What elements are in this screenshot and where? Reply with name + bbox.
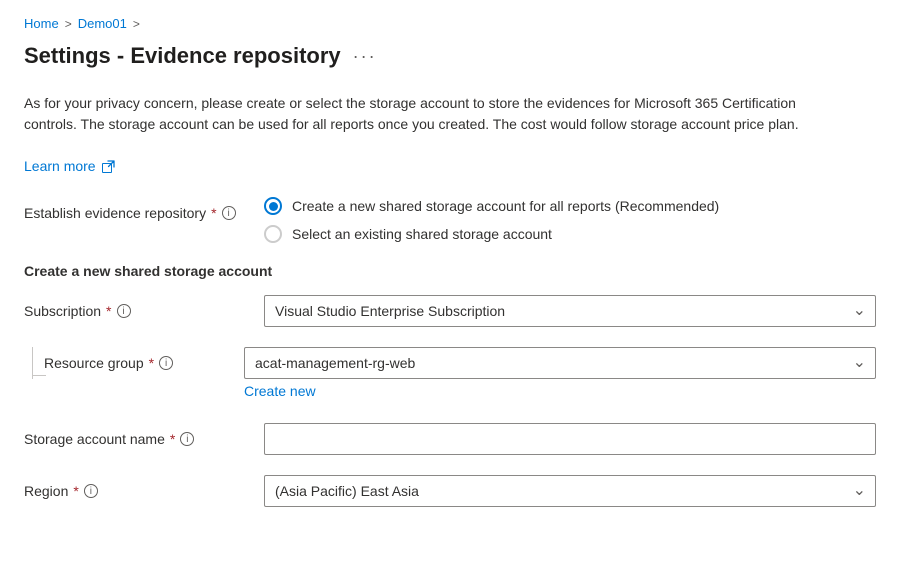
page-title: Settings - Evidence repository <box>24 43 341 69</box>
resource-group-label-inner: Resource group * i <box>44 347 173 371</box>
breadcrumb-demo[interactable]: Demo01 <box>78 16 127 31</box>
connector-decoration <box>24 347 44 403</box>
resource-group-select[interactable]: acat-management-rg-web <box>244 347 876 379</box>
region-control-col: (Asia Pacific) East Asia <box>264 475 876 507</box>
subscription-select[interactable]: Visual Studio Enterprise Subscription <box>264 295 876 327</box>
region-label-col: Region * i <box>24 475 244 499</box>
learn-more-link[interactable]: Learn more <box>24 156 115 177</box>
establish-required: * <box>211 205 216 221</box>
resource-group-required: * <box>149 355 154 371</box>
establish-label: Establish evidence repository <box>24 205 206 221</box>
breadcrumb-sep-2: > <box>133 17 140 31</box>
resource-group-info-icon[interactable]: i <box>159 356 173 370</box>
resource-group-label-col: Resource group * i <box>24 347 244 403</box>
description-block: As for your privacy concern, please crea… <box>24 93 844 177</box>
radio-circle-create-new <box>264 197 282 215</box>
subscription-required: * <box>106 303 111 319</box>
establish-control-col: Create a new shared storage account for … <box>264 197 876 243</box>
create-new-link[interactable]: Create new <box>244 383 316 399</box>
breadcrumb: Home > Demo01 > <box>24 16 876 31</box>
resource-group-row: Resource group * i acat-management-rg-we… <box>24 347 876 403</box>
more-options-icon[interactable]: ··· <box>353 46 377 67</box>
region-select[interactable]: (Asia Pacific) East Asia <box>264 475 876 507</box>
resource-group-select-wrapper: acat-management-rg-web <box>244 347 876 379</box>
region-required: * <box>73 483 78 499</box>
radio-label-create-new: Create a new shared storage account for … <box>292 198 719 214</box>
description-text: As for your privacy concern, please crea… <box>24 93 844 135</box>
subsection-heading: Create a new shared storage account <box>24 263 876 279</box>
storage-account-input[interactable] <box>264 423 876 455</box>
storage-account-control-col <box>264 423 876 455</box>
radio-create-new[interactable]: Create a new shared storage account for … <box>264 197 876 215</box>
breadcrumb-home[interactable]: Home <box>24 16 59 31</box>
radio-circle-select-existing <box>264 225 282 243</box>
subscription-select-wrapper: Visual Studio Enterprise Subscription <box>264 295 876 327</box>
establish-label-col: Establish evidence repository * i <box>24 197 244 221</box>
storage-account-label: Storage account name <box>24 431 165 447</box>
page-header: Settings - Evidence repository ··· <box>24 43 876 69</box>
breadcrumb-sep-1: > <box>65 17 72 31</box>
establish-repository-row: Establish evidence repository * i Create… <box>24 197 876 243</box>
subscription-label: Subscription <box>24 303 101 319</box>
establish-info-icon[interactable]: i <box>222 206 236 220</box>
storage-account-required: * <box>170 431 175 447</box>
radio-inner-create-new <box>269 202 278 211</box>
region-info-icon[interactable]: i <box>84 484 98 498</box>
resource-group-label: Resource group <box>44 355 144 371</box>
subscription-row: Subscription * i Visual Studio Enterpris… <box>24 295 876 327</box>
radio-label-select-existing: Select an existing shared storage accoun… <box>292 226 552 242</box>
region-label: Region <box>24 483 68 499</box>
radio-select-existing[interactable]: Select an existing shared storage accoun… <box>264 225 876 243</box>
storage-account-info-icon[interactable]: i <box>180 432 194 446</box>
region-select-wrapper: (Asia Pacific) East Asia <box>264 475 876 507</box>
region-row: Region * i (Asia Pacific) East Asia <box>24 475 876 507</box>
storage-account-label-col: Storage account name * i <box>24 423 244 447</box>
subscription-info-icon[interactable]: i <box>117 304 131 318</box>
radio-group: Create a new shared storage account for … <box>264 197 876 243</box>
form-section: Establish evidence repository * i Create… <box>24 197 876 507</box>
storage-account-row: Storage account name * i <box>24 423 876 455</box>
subscription-control-col: Visual Studio Enterprise Subscription <box>264 295 876 327</box>
resource-group-control-col: acat-management-rg-web Create new <box>244 347 876 399</box>
subscription-label-col: Subscription * i <box>24 295 244 319</box>
external-link-icon <box>102 160 115 173</box>
